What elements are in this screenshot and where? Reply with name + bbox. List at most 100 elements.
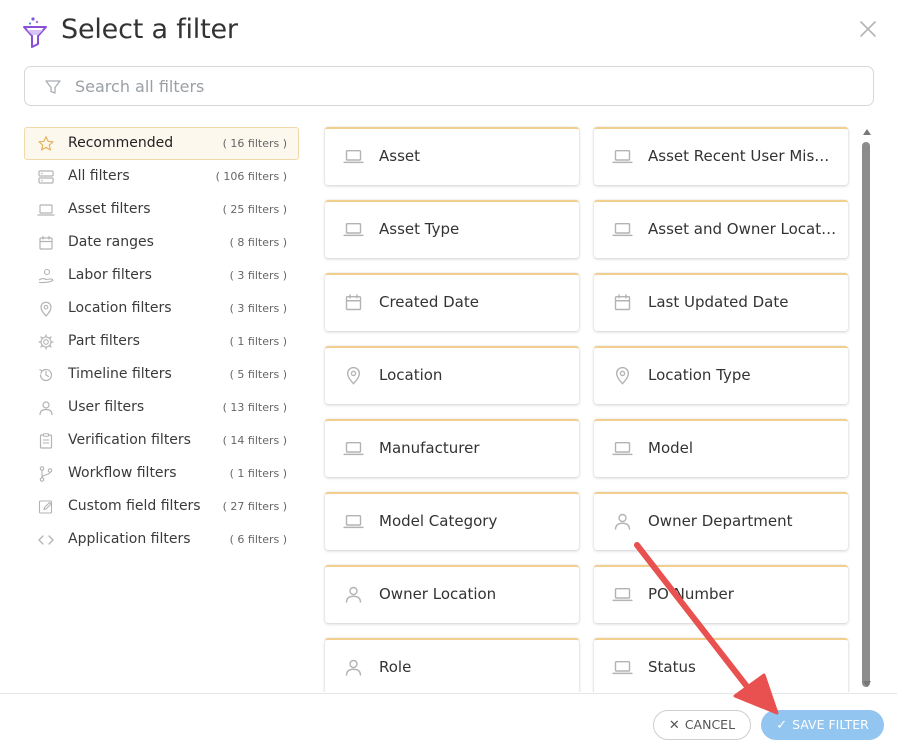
close-icon[interactable] bbox=[858, 19, 878, 39]
search-box[interactable] bbox=[24, 66, 874, 106]
filter-icon bbox=[45, 80, 61, 94]
sidebar-item-label: Part filters bbox=[68, 333, 140, 349]
scroll-down-arrow-icon[interactable] bbox=[863, 681, 871, 687]
cancel-button[interactable]: ✕ CANCEL bbox=[653, 710, 751, 740]
sidebar-item-count: ( 3 filters ) bbox=[229, 269, 287, 282]
sidebar-item-custom-field-filters[interactable]: Custom field filters ( 27 filters ) bbox=[24, 490, 299, 523]
sidebar-item-label: Recommended bbox=[68, 135, 174, 151]
laptop-icon bbox=[612, 660, 633, 675]
sidebar-item-user-filters[interactable]: User filters ( 13 filters ) bbox=[24, 391, 299, 424]
filter-card-label: Manufacturer bbox=[379, 439, 480, 457]
filter-card-asset[interactable]: Asset bbox=[325, 127, 579, 185]
filter-card-label: Owner Location bbox=[379, 585, 497, 603]
filter-card-model-category[interactable]: Model Category bbox=[325, 492, 579, 550]
sidebar-item-labor-filters[interactable]: Labor filters ( 3 filters ) bbox=[24, 259, 299, 292]
calendar-icon bbox=[345, 294, 362, 311]
star-icon bbox=[38, 136, 54, 151]
hand-money-icon bbox=[38, 268, 54, 284]
calendar-icon bbox=[39, 235, 53, 250]
filter-card-owner-department[interactable]: Owner Department bbox=[594, 492, 848, 550]
scroll-up-arrow-icon[interactable] bbox=[863, 129, 871, 135]
filter-card-created-date[interactable]: Created Date bbox=[325, 273, 579, 331]
sidebar-item-application-filters[interactable]: Application filters ( 6 filters ) bbox=[24, 523, 299, 556]
sidebar-item-all-filters[interactable]: All filters ( 106 filters ) bbox=[24, 160, 299, 193]
check-icon: ✓ bbox=[776, 718, 788, 733]
user-icon bbox=[614, 513, 631, 530]
sidebar-item-label: Application filters bbox=[68, 531, 191, 547]
dialog-title: Select a filter bbox=[61, 14, 238, 45]
dialog-footer: ✕ CANCEL ✓ SAVE FILTER bbox=[0, 693, 897, 753]
user-icon bbox=[345, 586, 362, 603]
filter-card-label: Status bbox=[648, 658, 696, 676]
scrollbar[interactable] bbox=[860, 127, 874, 693]
sidebar-item-label: Asset filters bbox=[68, 201, 151, 217]
filter-card-model[interactable]: Model bbox=[594, 419, 848, 477]
sidebar-item-label: Labor filters bbox=[68, 267, 152, 283]
sidebar-item-count: ( 13 filters ) bbox=[222, 401, 287, 414]
sidebar-item-label: Custom field filters bbox=[68, 498, 201, 514]
sidebar-item-count: ( 8 filters ) bbox=[229, 236, 287, 249]
laptop-icon bbox=[343, 149, 364, 164]
filter-card-location[interactable]: Location bbox=[325, 346, 579, 404]
user-icon bbox=[345, 659, 362, 676]
sidebar-item-count: ( 14 filters ) bbox=[222, 434, 287, 447]
laptop-icon bbox=[612, 222, 633, 237]
sidebar-item-count: ( 6 filters ) bbox=[229, 533, 287, 546]
sidebar-item-part-filters[interactable]: Part filters ( 1 filters ) bbox=[24, 325, 299, 358]
sidebar-item-date-ranges[interactable]: Date ranges ( 8 filters ) bbox=[24, 226, 299, 259]
sidebar-item-label: Verification filters bbox=[68, 432, 191, 448]
gear-icon bbox=[38, 334, 54, 350]
filter-card-role[interactable]: Role bbox=[325, 638, 579, 692]
calendar-icon bbox=[614, 294, 631, 311]
laptop-icon bbox=[343, 441, 364, 456]
filter-card-owner-location[interactable]: Owner Location bbox=[325, 565, 579, 623]
filter-card-label: Asset and Owner Location Mismatch bbox=[648, 220, 838, 238]
filter-card-asset-and-owner-location-mismatch[interactable]: Asset and Owner Location Mismatch bbox=[594, 200, 848, 258]
sidebar-item-label: User filters bbox=[68, 399, 145, 415]
filter-card-label: Model bbox=[648, 439, 694, 457]
server-icon bbox=[38, 170, 54, 184]
filter-card-label: Model Category bbox=[379, 512, 498, 530]
filter-card-asset-recent-user-mismatch[interactable]: Asset Recent User Mismatch bbox=[594, 127, 848, 185]
sidebar-item-count: ( 3 filters ) bbox=[229, 302, 287, 315]
filter-card-label: Asset bbox=[379, 147, 421, 165]
branch-icon bbox=[39, 466, 53, 482]
close-icon: ✕ bbox=[668, 718, 680, 733]
sidebar-item-recommended[interactable]: Recommended ( 16 filters ) bbox=[24, 127, 299, 160]
sidebar-item-count: ( 1 filters ) bbox=[229, 467, 287, 480]
filter-card-manufacturer[interactable]: Manufacturer bbox=[325, 419, 579, 477]
filter-grid: Asset Asset Recent User Mismatch Asset Typ… bbox=[313, 120, 873, 692]
cancel-button-label: CANCEL bbox=[684, 717, 736, 732]
scrollbar-thumb[interactable] bbox=[862, 142, 870, 687]
map-pin-icon bbox=[615, 366, 630, 385]
sidebar-item-label: Timeline filters bbox=[68, 366, 172, 382]
sidebar-item-location-filters[interactable]: Location filters ( 3 filters ) bbox=[24, 292, 299, 325]
history-icon bbox=[39, 368, 53, 382]
map-pin-icon bbox=[40, 301, 52, 317]
sidebar-item-count: ( 27 filters ) bbox=[222, 500, 287, 513]
filter-card-label: Owner Department bbox=[648, 512, 793, 530]
sidebar-item-count: ( 106 filters ) bbox=[215, 170, 287, 183]
sidebar-item-verification-filters[interactable]: Verification filters ( 14 filters ) bbox=[24, 424, 299, 457]
filter-funnel-icon bbox=[23, 17, 47, 48]
sidebar-item-label: Location filters bbox=[68, 300, 172, 316]
code-icon bbox=[38, 535, 54, 545]
filter-card-label: Role bbox=[379, 658, 412, 676]
filter-card-last-updated-date[interactable]: Last Updated Date bbox=[594, 273, 848, 331]
filter-card-label: PO Number bbox=[648, 585, 734, 603]
edit-icon bbox=[38, 500, 53, 514]
sidebar-item-timeline-filters[interactable]: Timeline filters ( 5 filters ) bbox=[24, 358, 299, 391]
filter-card-location-type[interactable]: Location Type bbox=[594, 346, 848, 404]
laptop-icon bbox=[612, 441, 633, 456]
filter-card-asset-type[interactable]: Asset Type bbox=[325, 200, 579, 258]
filter-card-label: Created Date bbox=[379, 293, 479, 311]
search-input[interactable] bbox=[75, 71, 855, 101]
filter-card-po-number[interactable]: PO Number bbox=[594, 565, 848, 623]
filter-card-status[interactable]: Status bbox=[594, 638, 848, 692]
sidebar-item-asset-filters[interactable]: Asset filters ( 25 filters ) bbox=[24, 193, 299, 226]
user-icon bbox=[39, 401, 53, 416]
sidebar-item-workflow-filters[interactable]: Workflow filters ( 1 filters ) bbox=[24, 457, 299, 490]
sidebar-item-label: Workflow filters bbox=[68, 465, 177, 481]
save-filter-button[interactable]: ✓ SAVE FILTER bbox=[761, 710, 884, 740]
clipboard-icon bbox=[39, 433, 53, 449]
